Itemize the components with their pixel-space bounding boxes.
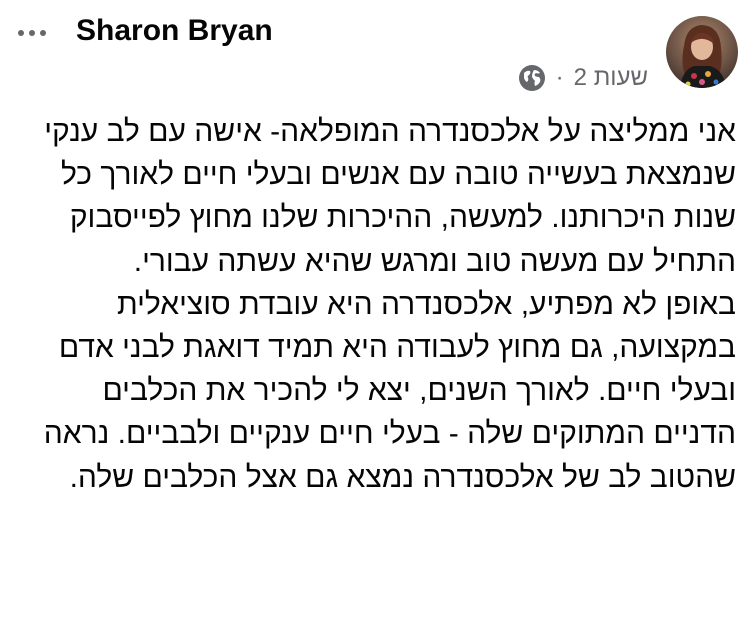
post-card: Sharon Bryan · 2 שעות אני ממליצה על אלכס… [0,0,756,627]
more-options-dot [29,30,35,36]
author-name[interactable]: Sharon Bryan [76,14,273,48]
meta-separator: · [555,64,564,91]
post-timestamp[interactable]: 2 שעות [574,64,648,92]
more-options-button[interactable] [18,22,54,44]
more-options-dot [18,30,24,36]
post-paragraph: באופן לא מפתיע, אלכסנדרה היא עובדת סוציא… [43,287,736,494]
post-paragraph: אני ממליצה על אלכסנדרה המופלאה- אישה עם … [44,115,736,278]
avatar[interactable] [666,16,738,88]
post-meta: · 2 שעות [518,62,648,94]
more-options-dot [40,30,46,36]
post-body: אני ממליצה על אלכסנדרה המופלאה- אישה עם … [34,110,736,499]
globe-icon[interactable] [518,64,546,92]
avatar-image [666,16,738,88]
